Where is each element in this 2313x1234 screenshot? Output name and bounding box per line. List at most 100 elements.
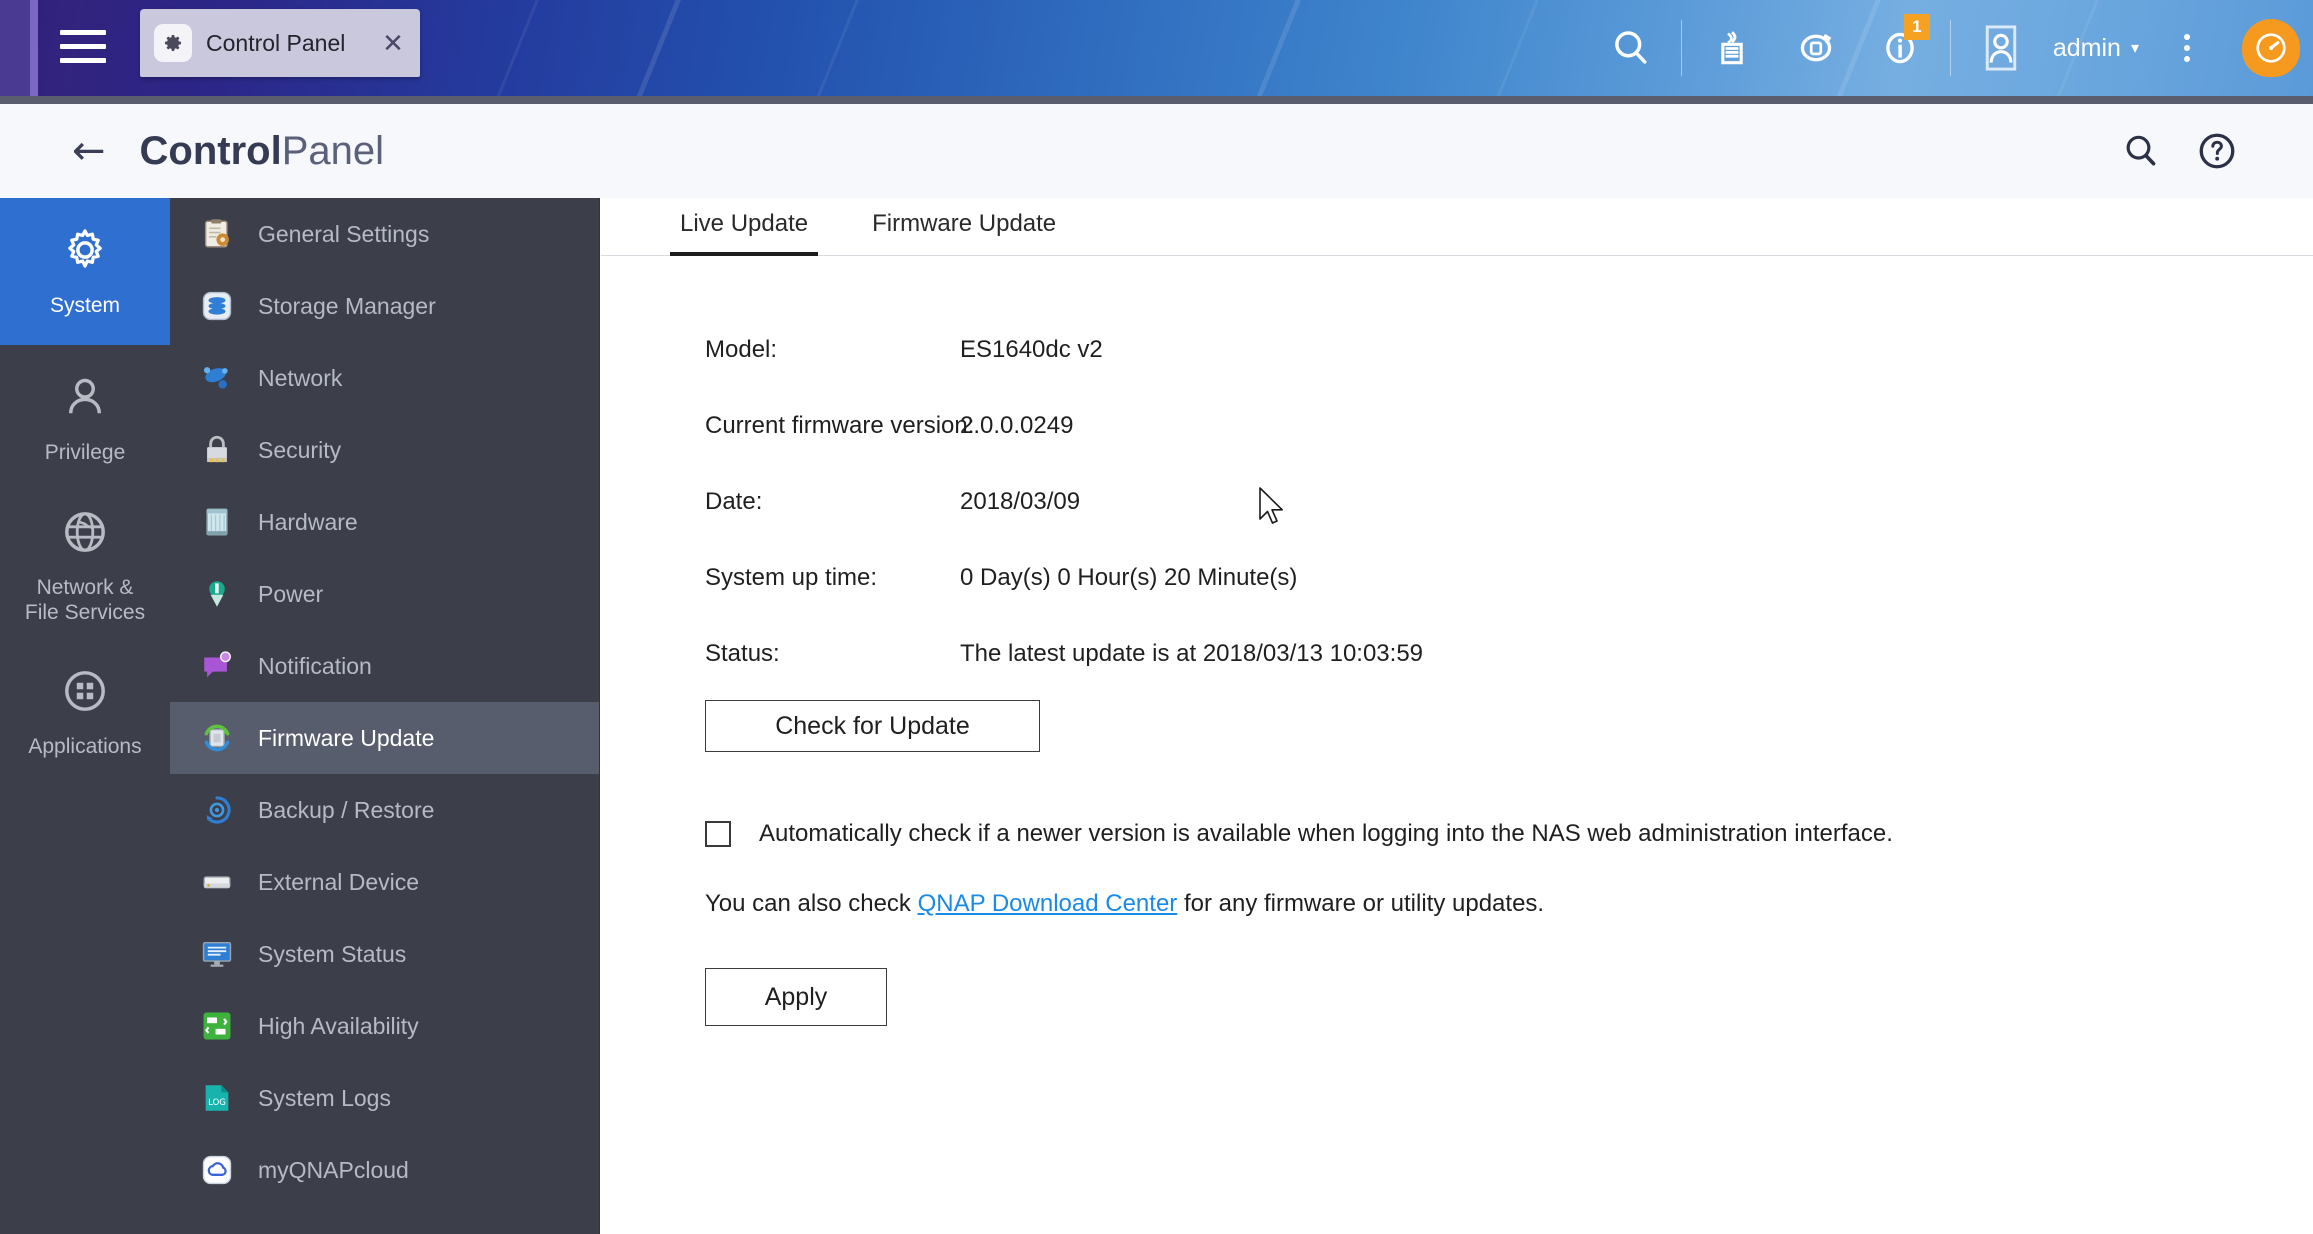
close-icon[interactable]: ✕ — [380, 30, 406, 56]
page-title: ControlPanel — [140, 129, 385, 174]
menu-item-notification[interactable]: Notification — [170, 630, 599, 702]
network-nodes-icon — [198, 359, 236, 397]
globe-icon — [59, 506, 111, 563]
info-icon[interactable]: 1 — [1858, 0, 1942, 96]
decorative-diagonal — [470, 0, 563, 96]
power-bulb-icon — [198, 575, 236, 613]
menu-item-security[interactable]: Security — [170, 414, 599, 486]
apply-row: Apply — [705, 968, 2313, 1026]
menu-item-backup-restore[interactable]: Backup / Restore — [170, 774, 599, 846]
hamburger-icon[interactable] — [60, 30, 106, 66]
rail-item-network-file-services[interactable]: Network & File Services — [0, 492, 170, 639]
menu-item-label: General Settings — [258, 220, 430, 247]
page-title-light: Panel — [281, 128, 385, 173]
auto-check-row: Automatically check if a newer version i… — [705, 820, 2313, 848]
menu-item-external-device[interactable]: External Device — [170, 846, 599, 918]
apps-grid-icon — [59, 665, 111, 722]
app-tab-control-panel[interactable]: Control Panel ✕ — [140, 9, 420, 77]
notes-icon[interactable] — [1690, 0, 1774, 96]
info-badge-count: 1 — [1903, 14, 1930, 40]
menu-item-high-availability[interactable]: High Availability — [170, 990, 599, 1062]
search-icon[interactable] — [1589, 0, 1673, 96]
user-avatar-icon[interactable] — [1959, 0, 2043, 96]
system-monitor-icon — [198, 935, 236, 973]
rail-item-label: Network & File Services — [24, 575, 146, 624]
svg-text:LOG: LOG — [208, 1098, 226, 1108]
external-drive-icon — [198, 863, 236, 901]
field-value: 0 Day(s) 0 Hour(s) 20 Minute(s) — [960, 564, 1298, 591]
menu-item-system-logs[interactable]: LOG System Logs — [170, 1062, 599, 1134]
taskbar-left-accent-light — [30, 0, 38, 96]
storage-disk-icon — [198, 287, 236, 325]
menu-item-general-settings[interactable]: General Settings — [170, 198, 599, 270]
auto-check-checkbox[interactable] — [705, 821, 731, 847]
chevron-down-icon: ▾ — [2130, 40, 2139, 57]
menu-item-label: Notification — [258, 652, 372, 679]
help-circle-icon[interactable] — [2179, 113, 2255, 189]
vertical-dots-icon[interactable] — [2145, 0, 2229, 96]
taskbar-icons: 1 admin ▾ — [1589, 0, 2313, 96]
page-title-bold: Control — [139, 128, 282, 173]
menu-item-firmware-update[interactable]: Firmware Update — [170, 702, 599, 774]
tab-live-update[interactable]: Live Update — [670, 210, 819, 256]
decorative-diagonal — [1470, 0, 1563, 96]
divider — [1680, 20, 1682, 76]
field-system-up-time: System up time: 0 Day(s) 0 Hour(s) 20 Mi… — [705, 564, 2313, 592]
qnap-download-center-link[interactable]: QNAP Download Center — [918, 890, 1178, 917]
field-model: Model: ES1640dc v2 — [705, 336, 2313, 364]
taskbar: Control Panel ✕ 1 admin ▾ — [0, 0, 2313, 96]
dashboard-gauge-icon[interactable] — [2229, 0, 2313, 96]
field-value: ES1640dc v2 — [960, 336, 1103, 363]
back-arrow-icon[interactable]: ← — [72, 131, 106, 171]
menu-item-label: myQNAPcloud — [258, 1156, 409, 1183]
menu-item-hardware[interactable]: Hardware — [170, 486, 599, 558]
menu-item-storage-manager[interactable]: Storage Manager — [170, 270, 599, 342]
menu-item-label: External Device — [258, 868, 420, 895]
link-suffix-text: for any firmware or utility updates. — [1177, 890, 1545, 917]
tab-firmware-update[interactable]: Firmware Update — [862, 210, 1066, 256]
clipboard-gear-icon — [198, 215, 236, 253]
download-center-row: You can also check QNAP Download Center … — [705, 890, 2313, 918]
menu-item-network[interactable]: Network — [170, 342, 599, 414]
link-prefix-text: You can also check — [705, 890, 918, 917]
menu-item-power[interactable]: Power — [170, 558, 599, 630]
field-current-firmware-version: Current firmware version: 2.0.0.0249 — [705, 412, 2313, 440]
decorative-diagonal — [1230, 0, 1325, 96]
field-label: Date: — [705, 488, 763, 515]
menu-item-label: System Status — [258, 940, 407, 967]
field-date: Date: 2018/03/09 — [705, 488, 2313, 516]
rail-item-applications[interactable]: Applications — [0, 639, 170, 786]
field-label: Current firmware version: — [705, 412, 975, 439]
app-tab-label: Control Panel — [206, 29, 346, 56]
backup-restore-icon — [198, 791, 236, 829]
rail-item-privilege[interactable]: Privilege — [0, 345, 170, 492]
menu-item-label: System Logs — [258, 1084, 391, 1111]
content-area: Live Update Firmware Update Model: ES164… — [601, 198, 2313, 1234]
gear-icon — [154, 24, 192, 62]
rail-item-label: Applications — [28, 735, 142, 759]
apply-button[interactable]: Apply — [705, 968, 887, 1026]
padlock-icon — [198, 431, 236, 469]
check-for-update-button[interactable]: Check for Update — [705, 700, 1040, 752]
menu-item-system-status[interactable]: System Status — [170, 918, 599, 990]
submenu-list: General Settings Storage Manager Network — [170, 198, 600, 1234]
menu-item-label: Backup / Restore — [258, 796, 435, 823]
menu-item-label: Storage Manager — [258, 292, 436, 319]
field-label: Model: — [705, 336, 778, 363]
menu-item-myqnapcloud[interactable]: myQNAPcloud — [170, 1134, 599, 1206]
gear-icon — [59, 224, 111, 281]
user-menu[interactable]: admin ▾ — [2053, 34, 2139, 63]
search-icon[interactable] — [2103, 113, 2179, 189]
hardware-chassis-icon — [198, 503, 236, 541]
high-availability-icon — [198, 1007, 236, 1045]
decorative-diagonal — [790, 0, 883, 96]
live-update-form: Model: ES1640dc v2 Current firmware vers… — [601, 256, 2313, 1026]
divider — [1949, 20, 1951, 76]
menu-item-label: Firmware Update — [258, 724, 435, 751]
control-panel-header: ← ControlPanel — [0, 104, 2313, 198]
decorative-diagonal — [610, 0, 705, 96]
cloud-icon — [198, 1151, 236, 1189]
backup-sync-icon[interactable] — [1774, 0, 1858, 96]
rail-item-system[interactable]: System — [0, 198, 170, 345]
header-divider-strip — [0, 96, 2313, 104]
